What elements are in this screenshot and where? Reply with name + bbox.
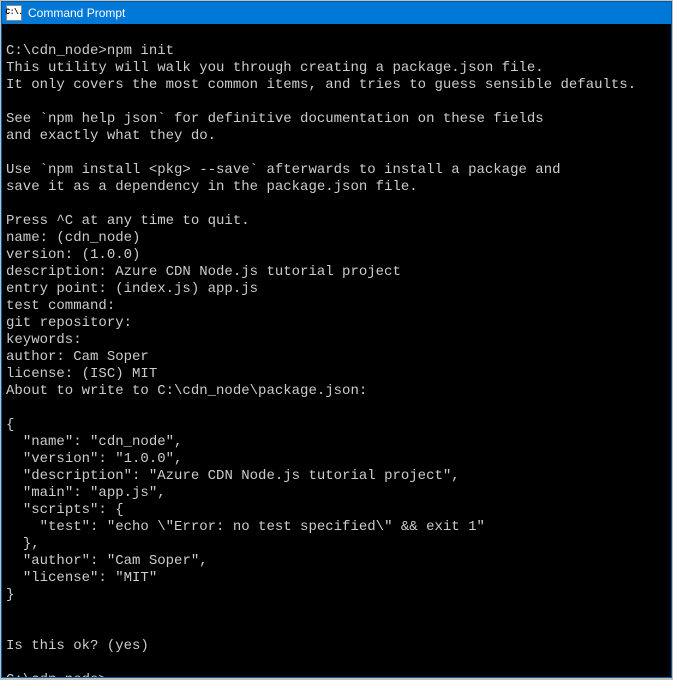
app-icon: C:\. bbox=[6, 5, 22, 21]
window-title: Command Prompt bbox=[28, 7, 125, 19]
terminal-output[interactable]: C:\cdn_node>npm init This utility will w… bbox=[2, 24, 671, 677]
command-prompt-window: C:\. Command Prompt C:\cdn_node>npm init… bbox=[1, 1, 672, 678]
app-icon-label: C:\. bbox=[5, 9, 22, 17]
titlebar[interactable]: C:\. Command Prompt bbox=[2, 2, 671, 24]
